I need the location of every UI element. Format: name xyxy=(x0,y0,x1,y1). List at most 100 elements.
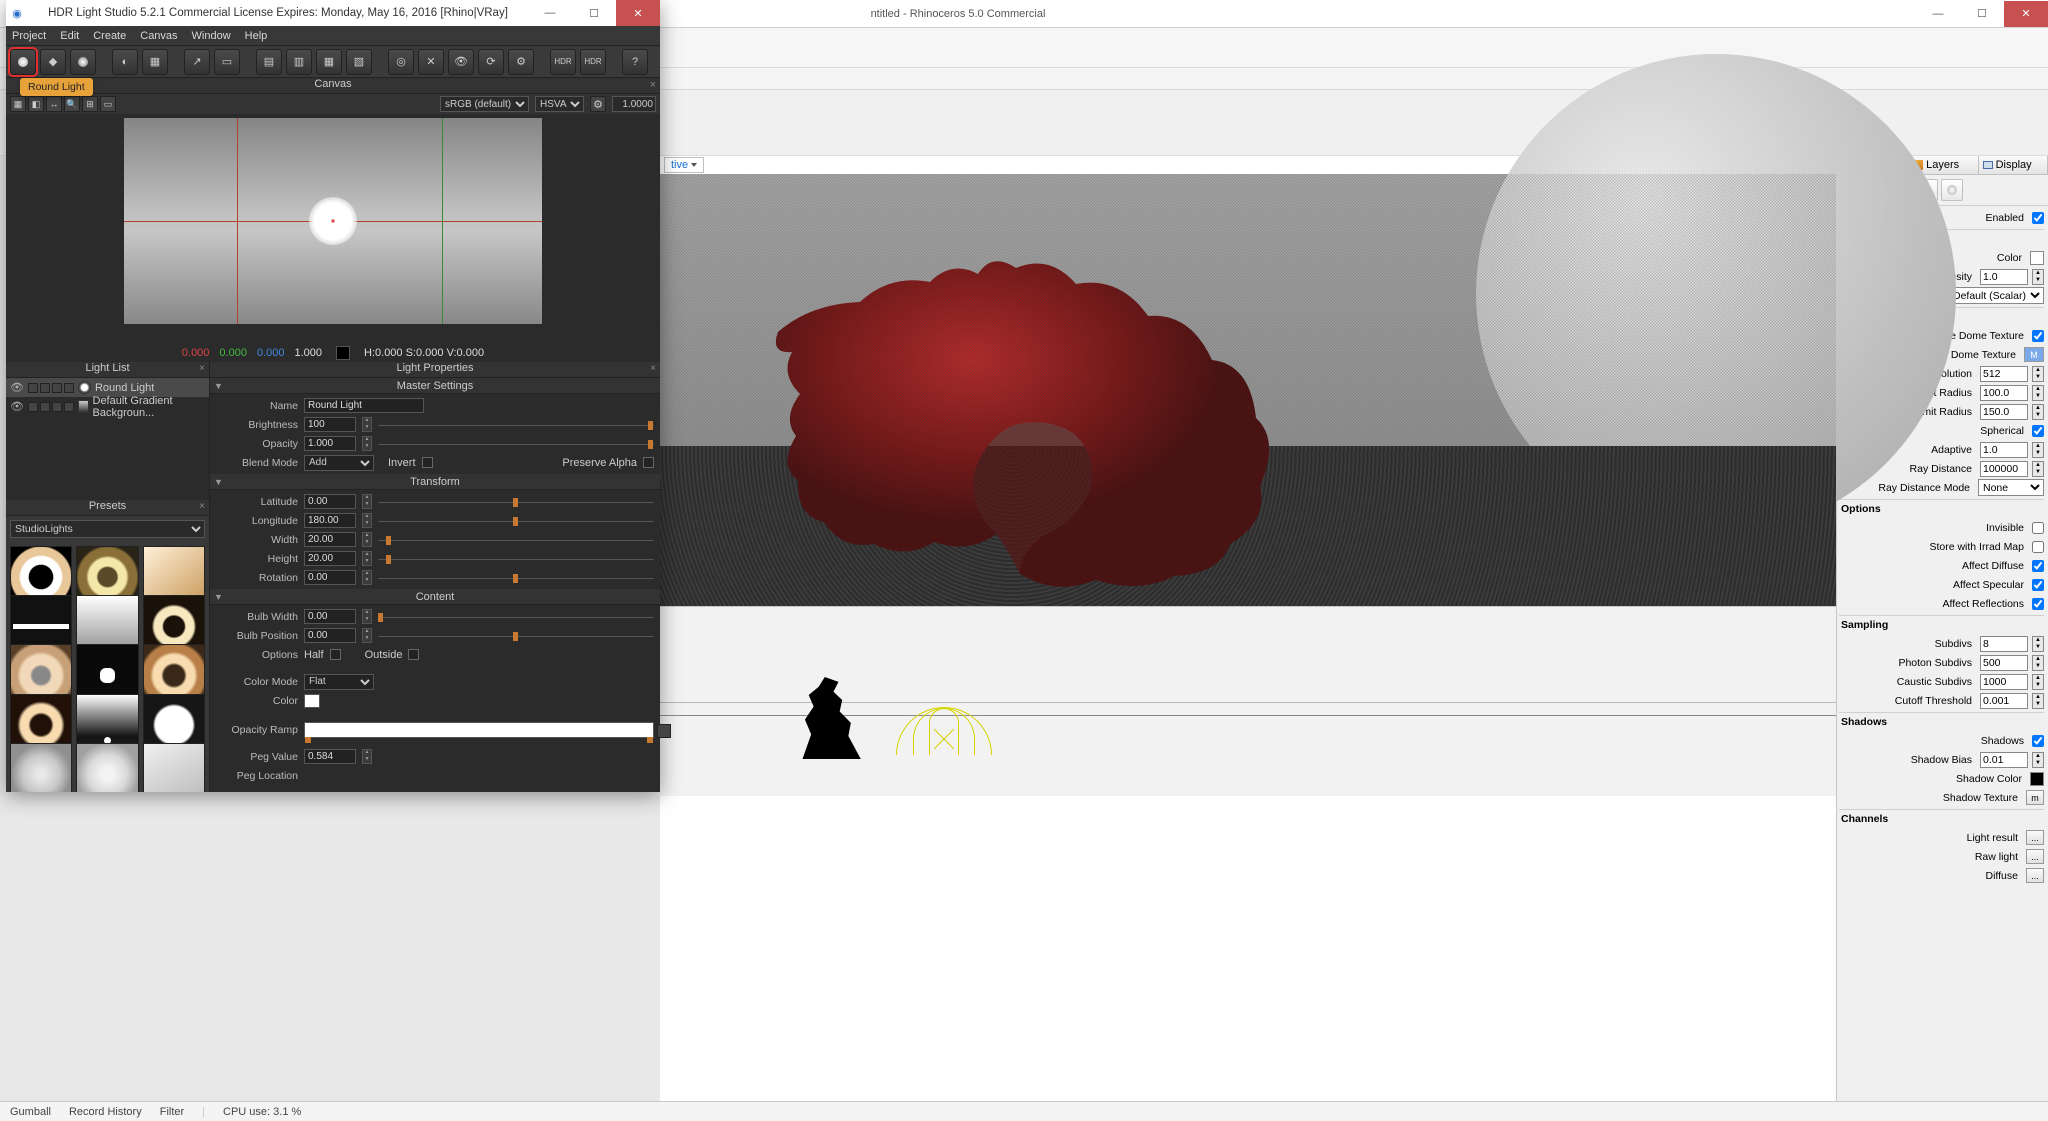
tex-res-spinner[interactable]: ▲▼ xyxy=(2032,366,2044,382)
peg-value-input[interactable] xyxy=(304,749,356,764)
width-slider[interactable] xyxy=(378,534,654,546)
color-swatch[interactable] xyxy=(2030,251,2044,265)
enabled-checkbox[interactable] xyxy=(2032,212,2044,224)
tool-target[interactable]: ◎ xyxy=(388,49,414,75)
ray-mode-select[interactable]: None xyxy=(1978,479,2044,496)
bulb-position-slider[interactable] xyxy=(378,630,654,642)
tab-display[interactable]: Display xyxy=(1979,156,2048,174)
wireframe-viewport[interactable] xyxy=(660,606,1836,796)
menu-create[interactable]: Create xyxy=(93,30,126,42)
half-checkbox[interactable] xyxy=(330,649,341,660)
irrad-checkbox[interactable] xyxy=(2032,541,2044,553)
tool-box[interactable]: ▭ xyxy=(214,49,240,75)
rotation-slider[interactable] xyxy=(378,572,654,584)
invert-checkbox[interactable] xyxy=(422,457,433,468)
globe-icon[interactable] xyxy=(1941,179,1963,201)
tool-refresh[interactable]: ⟳ xyxy=(478,49,504,75)
light-list-close-icon[interactable]: × xyxy=(199,363,205,374)
latitude-input[interactable] xyxy=(304,494,356,509)
photon-subdivs-input[interactable] xyxy=(1980,655,2028,671)
bulb-width-slider[interactable] xyxy=(378,611,654,623)
intensity-spinner[interactable]: ▲▼ xyxy=(2032,269,2044,285)
tool-help[interactable]: ? xyxy=(622,49,648,75)
status-gumball[interactable]: Gumball xyxy=(10,1106,51,1118)
light-preview[interactable] xyxy=(309,197,357,245)
dome-texture-button[interactable]: M xyxy=(2024,347,2044,362)
ramp-marker-start[interactable] xyxy=(305,737,311,743)
round-light-button[interactable] xyxy=(10,49,36,75)
presets-close-icon[interactable]: × xyxy=(199,501,205,512)
hdr-max-button[interactable]: ☐ xyxy=(572,0,616,26)
light-result-button[interactable]: ... xyxy=(2026,830,2044,845)
height-slider[interactable] xyxy=(378,553,654,565)
latitude-slider[interactable] xyxy=(378,496,654,508)
preset-thumb[interactable] xyxy=(10,743,72,792)
longitude-slider[interactable] xyxy=(378,515,654,527)
mt-4[interactable]: 🔍 xyxy=(64,96,80,112)
tool-gradient[interactable]: ◐ xyxy=(112,49,138,75)
affect-specular-checkbox[interactable] xyxy=(2032,579,2044,591)
mt-1[interactable]: ▦ xyxy=(10,96,26,112)
menu-help[interactable]: Help xyxy=(245,30,268,42)
gear-icon[interactable]: ⚙ xyxy=(590,96,606,112)
section-master[interactable]: ▼Master Settings xyxy=(210,378,660,394)
ray-distance-input[interactable] xyxy=(1980,461,2028,477)
tool-grid4[interactable]: ▧ xyxy=(346,49,372,75)
subdivs-input[interactable] xyxy=(1980,636,2028,652)
menu-project[interactable]: Project xyxy=(12,30,46,42)
name-input[interactable] xyxy=(304,398,424,413)
menu-canvas[interactable]: Canvas xyxy=(140,30,177,42)
colorspace-select[interactable]: sRGB (default) xyxy=(440,96,529,112)
hdr-close-button[interactable]: ✕ xyxy=(616,0,660,26)
eye-icon[interactable]: 👁 xyxy=(10,400,24,413)
mt-3[interactable]: ↔ xyxy=(46,96,62,112)
preset-thumb[interactable] xyxy=(76,743,138,792)
emit-radius-input[interactable] xyxy=(1980,404,2028,420)
ramp-lock-icon[interactable] xyxy=(657,724,671,738)
blend-mode-select[interactable]: Add xyxy=(304,455,374,471)
canvas-viewport[interactable] xyxy=(124,118,542,324)
tool-picture[interactable]: ▦ xyxy=(142,49,168,75)
ramp-marker-end[interactable] xyxy=(647,737,653,743)
status-filter[interactable]: Filter xyxy=(160,1106,184,1118)
status-record-history[interactable]: Record History xyxy=(69,1106,142,1118)
presets-grid[interactable] xyxy=(6,542,209,792)
hdr-titlebar[interactable]: ◉ HDR Light Studio 5.2.1 Commercial Lice… xyxy=(6,0,660,26)
affect-reflections-checkbox[interactable] xyxy=(2032,598,2044,610)
bulb-position-input[interactable] xyxy=(304,628,356,643)
bulb-width-input[interactable] xyxy=(304,609,356,624)
outside-checkbox[interactable] xyxy=(408,649,419,660)
shadows-checkbox[interactable] xyxy=(2032,735,2044,747)
tex-res-input[interactable] xyxy=(1980,366,2028,382)
hex-light-button[interactable]: ◆ xyxy=(40,49,66,75)
hdr-min-button[interactable]: — xyxy=(528,0,572,26)
eye-icon[interactable]: 👁 xyxy=(10,381,24,394)
height-input[interactable] xyxy=(304,551,356,566)
caustic-subdivs-input[interactable] xyxy=(1980,674,2028,690)
exposure-input[interactable] xyxy=(612,96,656,112)
viewport-label-dropdown[interactable]: tive xyxy=(664,157,704,173)
menu-edit[interactable]: Edit xyxy=(60,30,79,42)
tool-grid2[interactable]: ▥ xyxy=(286,49,312,75)
longitude-input[interactable] xyxy=(304,513,356,528)
cutoff-input[interactable] xyxy=(1980,693,2028,709)
mt-5[interactable]: ⊞ xyxy=(82,96,98,112)
raw-light-button[interactable]: ... xyxy=(2026,849,2044,864)
light-row-gradient[interactable]: 👁 Default Gradient Backgroun... xyxy=(6,397,209,416)
render-viewport[interactable] xyxy=(660,174,1836,606)
lp-close-icon[interactable]: × xyxy=(650,363,656,374)
light-color-swatch[interactable] xyxy=(304,694,320,708)
canvas-close-icon[interactable]: × xyxy=(650,79,656,91)
brightness-slider[interactable] xyxy=(378,419,654,431)
target-radius-input[interactable] xyxy=(1980,385,2028,401)
mt-2[interactable]: ◧ xyxy=(28,96,44,112)
tool-hdr1[interactable]: HDR xyxy=(550,49,576,75)
tool-settings[interactable]: ⚙ xyxy=(508,49,534,75)
affect-diffuse-checkbox[interactable] xyxy=(2032,560,2044,572)
invisible-checkbox[interactable] xyxy=(2032,522,2044,534)
rhino-min-button[interactable]: — xyxy=(1916,1,1960,27)
section-transform[interactable]: ▼Transform xyxy=(210,474,660,490)
tool-3[interactable] xyxy=(70,49,96,75)
intensity-input[interactable] xyxy=(1980,269,2028,285)
opacity-input[interactable] xyxy=(304,436,356,451)
